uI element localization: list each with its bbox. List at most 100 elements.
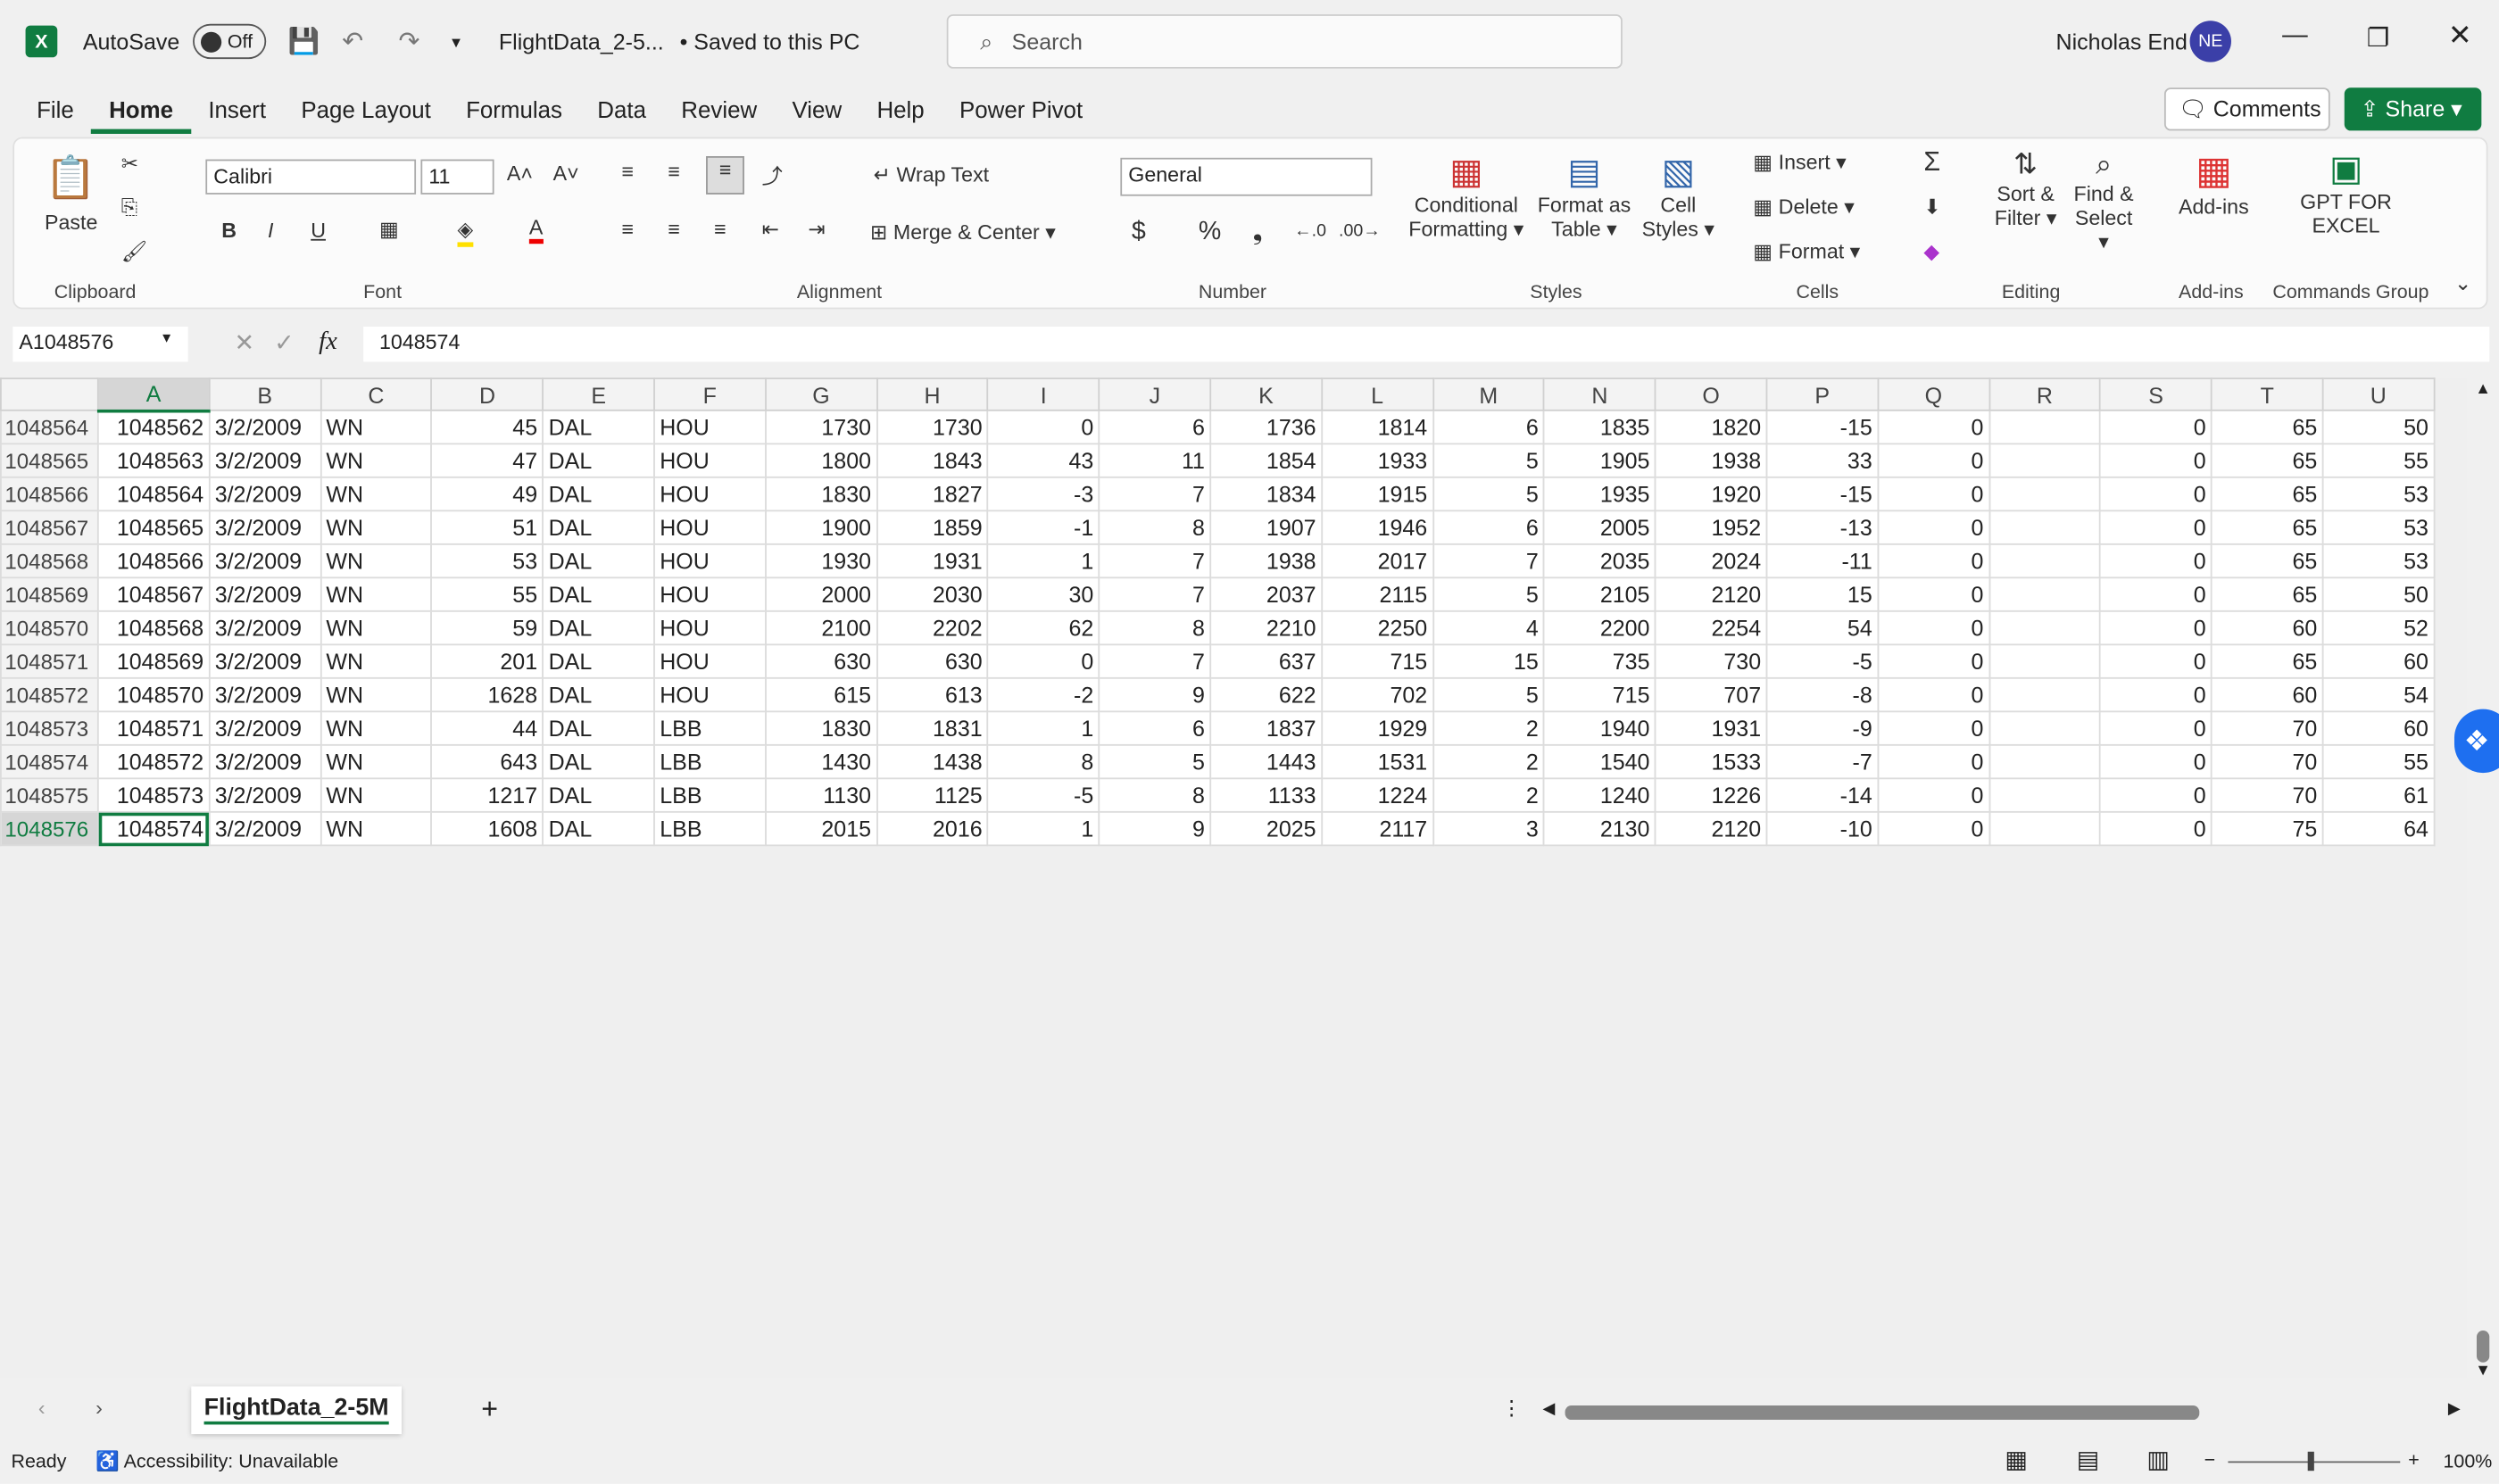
cell-o[interactable]: 1938 — [1654, 443, 1768, 478]
search-box[interactable]: ⌕ Search — [946, 14, 1623, 69]
cell-k[interactable]: 1443 — [1209, 743, 1323, 780]
cell-t[interactable]: 65 — [2211, 443, 2324, 478]
cell-e[interactable]: DAL — [542, 810, 655, 847]
cell-p[interactable]: -5 — [1765, 643, 1879, 679]
cell-o[interactable]: 1533 — [1654, 743, 1768, 780]
cell-u[interactable]: 55 — [2321, 743, 2436, 780]
cell-r[interactable] — [1988, 543, 2102, 579]
cell-n[interactable]: 735 — [1543, 643, 1656, 679]
collapse-ribbon-icon[interactable]: ⌄ — [2454, 271, 2471, 297]
zoom-out-icon[interactable]: − — [2204, 1448, 2216, 1471]
cell-b[interactable]: 3/2/2009 — [208, 710, 321, 746]
cell-o[interactable]: 2120 — [1654, 810, 1768, 847]
wrap-text-button[interactable]: ↵ Wrap Text — [874, 162, 990, 188]
cell-q[interactable]: 0 — [1877, 443, 1990, 478]
page-break-view-icon[interactable]: ▥ — [2146, 1446, 2169, 1473]
cell-d[interactable]: 51 — [430, 510, 544, 545]
cell-s[interactable]: 0 — [2099, 443, 2213, 478]
find-select-button[interactable]: ⌕ Find & Select ▾ — [2067, 148, 2140, 255]
cell-m[interactable]: 15 — [1432, 643, 1545, 679]
cell-p[interactable]: 33 — [1765, 443, 1879, 478]
row-header[interactable]: 1048576 — [0, 810, 99, 847]
cell-d[interactable]: 1608 — [430, 810, 544, 847]
cell-t[interactable]: 70 — [2211, 777, 2324, 813]
cell-t[interactable]: 65 — [2211, 510, 2324, 545]
cell-d[interactable]: 47 — [430, 443, 544, 478]
cell-k[interactable]: 1834 — [1209, 476, 1323, 512]
cell-m[interactable]: 5 — [1432, 576, 1545, 612]
scroll-up-icon[interactable]: ▲ — [2475, 381, 2491, 399]
cell-j[interactable]: 7 — [1098, 643, 1212, 679]
cell-u[interactable]: 50 — [2321, 576, 2436, 612]
cell-a[interactable]: 1048568 — [96, 609, 211, 646]
cell-p[interactable]: -8 — [1765, 676, 1879, 713]
cell-u[interactable]: 53 — [2321, 543, 2436, 579]
format-as-table-button[interactable]: ▤ Format as Table ▾ — [1533, 152, 1635, 243]
cell-h[interactable]: 2202 — [876, 609, 989, 646]
cell-g[interactable]: 1900 — [764, 510, 878, 545]
cell-m[interactable]: 6 — [1432, 510, 1545, 545]
cell-j[interactable]: 8 — [1098, 510, 1212, 545]
cell-j[interactable]: 9 — [1098, 676, 1212, 713]
cell-i[interactable]: 1 — [987, 543, 1100, 579]
cell-q[interactable]: 0 — [1877, 710, 1990, 746]
tab-help[interactable]: Help — [859, 93, 942, 134]
copy-icon[interactable]: ⎘ — [121, 195, 138, 220]
row-header[interactable]: 1048574 — [0, 743, 99, 780]
italic-button[interactable]: I — [268, 219, 273, 243]
cell-a[interactable]: 1048572 — [96, 743, 211, 780]
decrease-indent-icon[interactable]: ⇤ — [762, 217, 779, 243]
cell-k[interactable]: 1854 — [1209, 443, 1323, 478]
cell-t[interactable]: 75 — [2211, 810, 2324, 847]
cell-k[interactable]: 1907 — [1209, 510, 1323, 545]
cell-q[interactable]: 0 — [1877, 510, 1990, 545]
row-header[interactable]: 1048567 — [0, 510, 99, 545]
cell-u[interactable]: 55 — [2321, 443, 2436, 478]
cell-m[interactable]: 3 — [1432, 810, 1545, 847]
cell-r[interactable] — [1988, 743, 2102, 780]
cell-a[interactable]: 1048564 — [96, 476, 211, 512]
cell-r[interactable] — [1988, 409, 2102, 445]
cell-b[interactable]: 3/2/2009 — [208, 443, 321, 478]
gpt-for-excel-button[interactable]: ▣ GPT FOR EXCEL — [2295, 148, 2396, 237]
save-status[interactable]: • Saved to this PC — [680, 29, 860, 54]
cell-o[interactable]: 1820 — [1654, 409, 1768, 445]
cell-g[interactable]: 1730 — [764, 409, 878, 445]
cell-g[interactable]: 1830 — [764, 476, 878, 512]
cell-h[interactable]: 630 — [876, 643, 989, 679]
decrease-decimal-icon[interactable]: .00→ — [1339, 221, 1381, 240]
cell-q[interactable]: 0 — [1877, 543, 1990, 579]
cell-o[interactable]: 1931 — [1654, 710, 1768, 746]
cell-d[interactable]: 59 — [430, 609, 544, 646]
cell-f[interactable]: HOU — [653, 543, 767, 579]
cell-k[interactable]: 2210 — [1209, 609, 1323, 646]
undo-icon[interactable]: ↶ — [342, 26, 363, 58]
cell-o[interactable]: 2254 — [1654, 609, 1768, 646]
font-name-select[interactable]: Calibri — [205, 159, 417, 195]
cell-i[interactable]: 62 — [987, 609, 1100, 646]
share-button[interactable]: ⇪ Share ▾ — [2344, 87, 2482, 131]
cell-k[interactable]: 1837 — [1209, 710, 1323, 746]
cell-i[interactable]: -3 — [987, 476, 1100, 512]
column-header-j[interactable]: J — [1098, 377, 1212, 411]
cell-b[interactable]: 3/2/2009 — [208, 576, 321, 612]
cell-d[interactable]: 643 — [430, 743, 544, 780]
cell-s[interactable]: 0 — [2099, 409, 2213, 445]
clear-icon[interactable]: ◆ — [1923, 239, 1939, 265]
vertical-scrollbar[interactable]: ▲ ▼ — [2467, 377, 2499, 1380]
cell-c[interactable]: WN — [320, 643, 433, 679]
cell-a[interactable]: 1048573 — [96, 777, 211, 813]
zoom-level[interactable]: 100% — [2443, 1450, 2492, 1472]
tab-view[interactable]: View — [775, 93, 859, 134]
cell-n[interactable]: 1835 — [1543, 409, 1656, 445]
decrease-font-icon[interactable]: A˅ — [553, 161, 579, 185]
cell-b[interactable]: 3/2/2009 — [208, 510, 321, 545]
align-top-icon[interactable]: ≡ — [621, 160, 634, 184]
close-icon[interactable]: ✕ — [2448, 19, 2472, 52]
underline-button[interactable]: U — [311, 219, 326, 243]
cell-u[interactable]: 61 — [2321, 777, 2436, 813]
cell-l[interactable]: 702 — [1320, 676, 1434, 713]
cell-t[interactable]: 65 — [2211, 543, 2324, 579]
row-header[interactable]: 1048565 — [0, 443, 99, 478]
cell-h[interactable]: 1438 — [876, 743, 989, 780]
